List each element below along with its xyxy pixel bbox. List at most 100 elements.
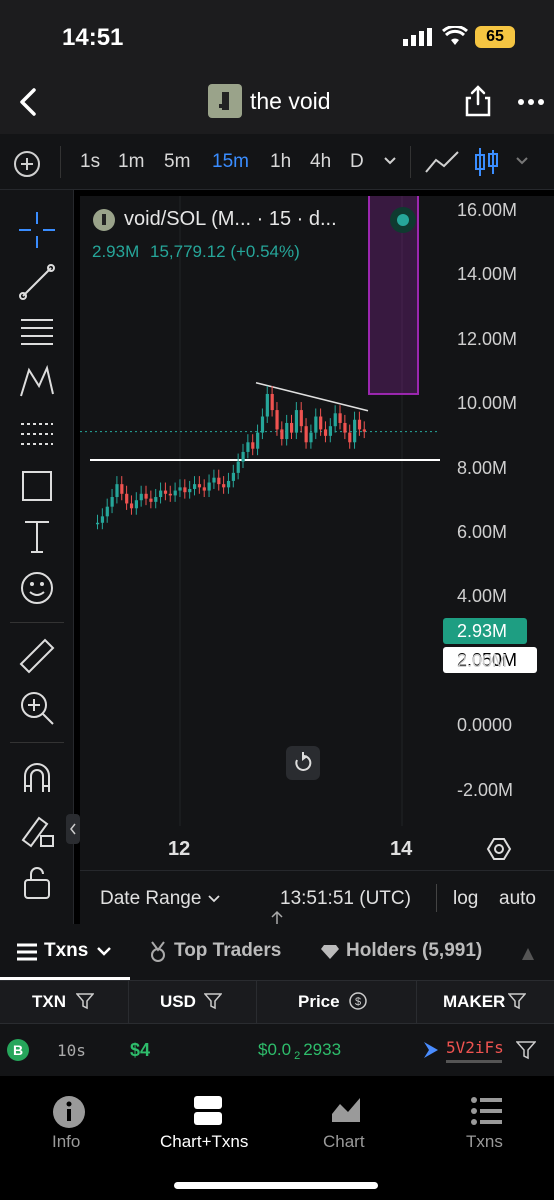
filter-icon[interactable] [508,992,526,1010]
timeframe-5m[interactable]: 5m [164,151,190,173]
more-tabs-icon[interactable] [520,944,540,962]
candle-body [309,432,313,443]
candle-body [168,493,172,496]
time-axis[interactable] [80,826,554,870]
candle-body [270,393,274,411]
ruler-icon[interactable] [17,636,57,676]
tab-txns[interactable]: Txns [0,924,130,980]
y-tick-label: 4.00M [457,586,508,607]
timeframe-4h[interactable]: 4h [310,151,331,173]
maker-bar [446,1060,502,1063]
list-icon [17,943,37,961]
chevron-down-icon[interactable] [514,155,530,167]
legend-change: 15,779.12 (+0.54%) [149,242,300,261]
line-chart-icon[interactable] [424,148,460,176]
fib-retracement-icon[interactable] [17,312,57,352]
y-tick-label: 14.00M [457,264,518,285]
candle-body [100,516,105,523]
candle-body [304,426,308,443]
candle-body [202,487,206,491]
utc-clock[interactable]: 13:51:51 (UTC) [280,888,411,910]
candle-body [285,422,289,440]
candle-body [260,416,265,433]
candle-body [197,484,202,488]
candle-body [338,413,342,423]
rectangle-icon[interactable] [17,466,57,506]
crosshair-icon[interactable] [17,210,57,250]
symbol-title[interactable]: void/SOL (M... · 15 · d... [124,208,337,231]
log-scale-toggle[interactable]: log [453,888,478,910]
candle-body [134,500,138,509]
tab-txns-label: Txns [44,940,89,961]
filter-icon[interactable] [204,992,222,1010]
y-tick-label: 12.00M [457,328,518,349]
date-range-label: Date Range [100,888,202,909]
trend-line-icon[interactable] [17,262,57,302]
unlock-icon[interactable] [17,862,57,902]
candle-body [299,410,303,427]
chevron-down-icon[interactable] [382,155,398,167]
back-icon[interactable] [18,88,38,116]
tab-top-traders[interactable]: Top Traders [146,924,296,980]
timeframe-1s[interactable]: 1s [80,151,100,173]
candle-body [256,432,260,449]
magnet-icon[interactable] [17,758,57,798]
candle-body [323,429,328,436]
tab-holders[interactable]: Holders (5,991) [320,924,500,980]
candle-body [149,498,153,502]
y-tick-label: 8.00M [457,457,508,478]
candle-body [246,442,250,452]
pattern-icon[interactable] [17,362,57,402]
status-time: 14:51 [62,24,124,51]
txn-price-prefix: $0.0 [258,1040,292,1059]
candles-icon[interactable] [474,146,500,178]
timeframe-15m[interactable]: 15m [212,151,249,173]
nav-chart-label: Chart [323,1132,365,1151]
reset-chart-button[interactable] [286,746,320,780]
currency-toggle-icon[interactable]: $ [348,991,368,1011]
candle-body [333,413,337,427]
candle-body [159,490,163,498]
candle-body [362,429,366,432]
candle-body [357,419,362,430]
date-range-button[interactable]: Date Range [100,888,221,910]
x-tick-14: 14 [390,838,413,860]
timeframe-1m[interactable]: 1m [118,151,144,173]
y-tick-label: 6.00M [457,522,508,542]
auto-scale-toggle[interactable]: auto [499,888,536,910]
y-tick-label: 16.00M [457,200,518,220]
candle-body [178,487,182,491]
lock-drawings-icon[interactable] [17,810,57,850]
emoji-icon[interactable] [17,568,57,608]
prediction-icon[interactable] [17,414,57,454]
wifi-icon [442,26,468,45]
add-indicator-icon[interactable] [12,149,42,179]
candle-body [314,416,318,433]
signal-icon [403,28,432,46]
zoom-in-icon[interactable] [17,688,57,728]
candle-body [115,484,119,498]
y-tick-label: -2.00M [457,779,514,800]
dex-icon [424,1042,438,1058]
share-icon[interactable] [464,84,492,118]
y-tick-label: 10.00M [457,393,518,414]
filter-icon[interactable] [76,992,94,1010]
svg-text:$: $ [355,996,361,1008]
candle-body [173,490,177,496]
candle-body [96,522,100,525]
txn-price-digits: 2933 [303,1040,342,1059]
maker-address[interactable]: 5V2iFs [446,1038,504,1057]
filter-maker-icon[interactable] [516,1040,536,1060]
candle-body [231,472,235,481]
timeframe-1h[interactable]: 1h [270,151,291,173]
timeframe-d[interactable]: D [350,151,364,173]
info-icon [53,1096,85,1128]
text-icon[interactable] [17,516,57,556]
chart-settings-icon[interactable] [486,836,512,862]
collapse-toolbar-icon[interactable] [66,814,80,844]
more-options-icon[interactable] [517,98,545,106]
candle-body [212,477,216,483]
candle-body [183,487,187,493]
candle-body [265,393,269,417]
buy-badge: B [7,1039,29,1061]
